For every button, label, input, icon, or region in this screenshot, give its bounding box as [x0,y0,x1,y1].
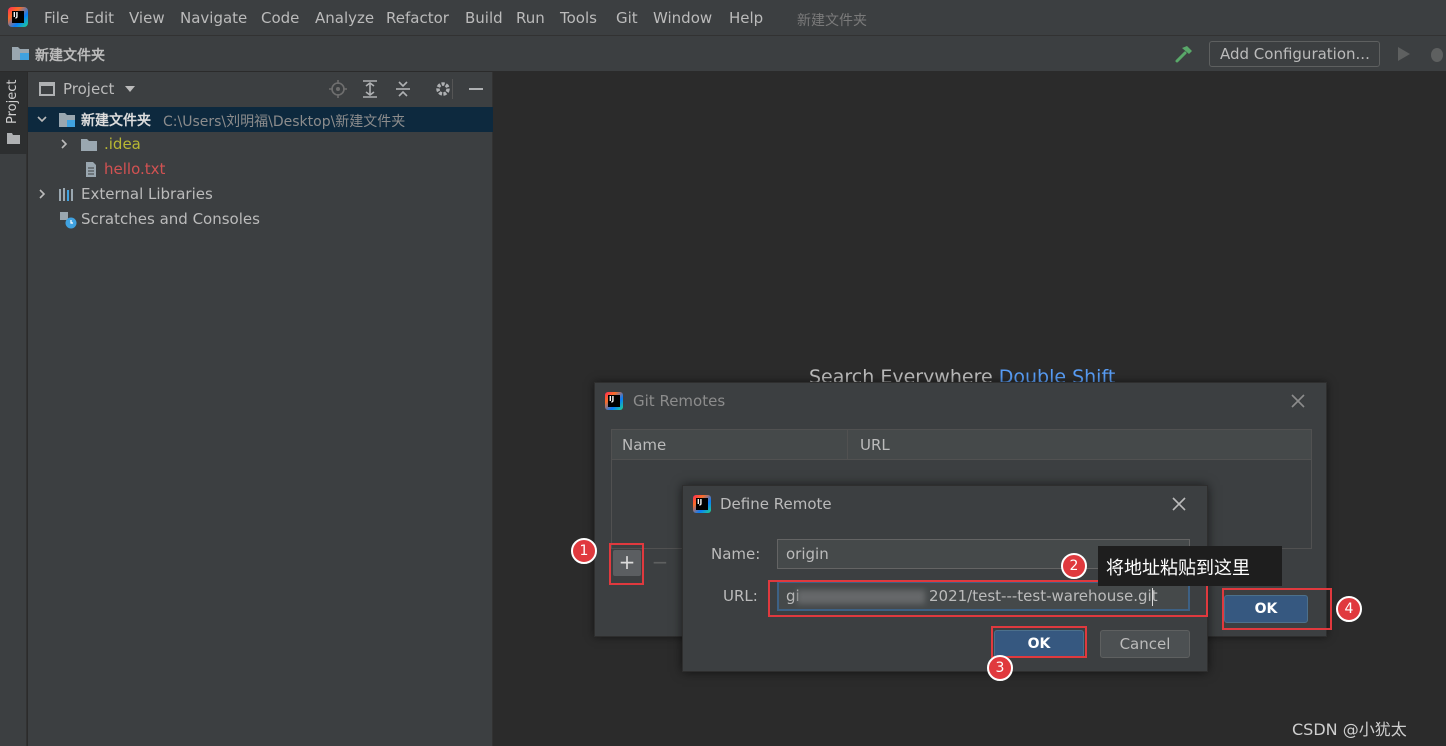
annotation-badge-1: 1 [571,538,597,564]
menu-bar: IJ File Edit View Navigate Code Analyze … [0,0,1446,36]
dialog-title: Git Remotes [633,392,726,410]
tree-item-path: C:\Users\刘明福\Desktop\新建文件夹 [163,114,406,130]
add-configuration-button[interactable]: Add Configuration... [1209,41,1380,67]
gear-icon[interactable] [434,80,452,98]
menu-help[interactable]: Help [729,9,763,27]
intellij-logo-icon: IJ [8,7,28,27]
tree-item-label: .idea [104,135,141,153]
tree-item-external-libraries[interactable]: External Libraries [28,182,493,207]
chevron-right-icon[interactable] [36,188,48,200]
project-view-icon [39,82,55,96]
tree-item-scratches[interactable]: Scratches and Consoles [28,207,493,232]
locate-file-icon[interactable] [329,80,347,98]
annotation-box-add [609,543,644,585]
project-tool-window-tab[interactable]: Project [0,72,27,154]
folder-icon [7,133,20,144]
chevron-right-icon[interactable] [58,138,70,150]
annotation-tooltip: 将地址粘贴到这里 [1098,546,1282,586]
menu-analyze[interactable]: Analyze [315,9,374,27]
annotation-box-define-ok [991,626,1087,658]
menu-refactor[interactable]: Refactor [386,9,449,27]
chevron-down-icon[interactable] [36,113,48,125]
hide-panel-icon[interactable] [467,80,485,98]
tree-item-label: Scratches and Consoles [81,210,260,228]
collapse-all-icon[interactable] [394,80,412,98]
breadcrumb-project[interactable]: 新建文件夹 [35,45,105,65]
menu-navigate[interactable]: Navigate [180,9,247,27]
scratches-icon [60,212,77,229]
dialog-title: Define Remote [720,495,832,513]
annotation-badge-3: 3 [987,655,1013,681]
run-icon[interactable] [1397,46,1411,62]
text-file-icon [86,162,96,177]
menu-code[interactable]: Code [261,9,299,27]
menu-tools[interactable]: Tools [560,9,597,27]
folder-icon [81,139,97,151]
menu-view[interactable]: View [129,9,165,27]
project-panel-header: Project [28,72,493,106]
menu-build[interactable]: Build [465,9,503,27]
toolbar-divider [452,79,453,99]
expand-all-icon[interactable] [361,80,379,98]
column-header-name[interactable]: Name [622,436,666,454]
menu-git[interactable]: Git [616,9,638,27]
menu-window[interactable]: Window [653,9,712,27]
remove-remote-button[interactable]: − [651,550,669,576]
close-icon[interactable] [1290,393,1306,409]
annotation-box-git-ok [1222,588,1332,630]
module-folder-icon [59,113,75,127]
url-label: URL: [723,587,758,605]
close-icon[interactable] [1171,496,1187,512]
column-separator [847,430,848,460]
name-label: Name: [711,545,761,563]
tree-item-label: hello.txt [104,160,166,178]
intellij-logo-icon: IJ [693,495,711,513]
define-remote-cancel-button[interactable]: Cancel [1100,630,1190,658]
project-tab-label: Project [5,79,20,124]
library-icon [59,188,73,201]
menu-file[interactable]: File [44,9,69,27]
menu-edit[interactable]: Edit [85,9,114,27]
intellij-logo-icon: IJ [605,392,623,410]
navigation-bar: 新建文件夹 Add Configuration... [0,36,1446,72]
build-hammer-icon[interactable] [1174,44,1194,64]
column-header-url[interactable]: URL [860,436,890,454]
annotation-badge-4: 4 [1336,596,1362,622]
window-project-title: 新建文件夹 [797,13,867,29]
menu-run[interactable]: Run [516,9,545,27]
tree-item-label: External Libraries [81,185,213,203]
tree-item-project-root[interactable]: 新建文件夹 C:\Users\刘明福\Desktop\新建文件夹 [28,107,493,132]
chevron-down-icon[interactable] [125,86,135,92]
project-panel: Project 新建文件夹 C:\Users\刘明福\Desktop\新建文件夹… [28,72,493,746]
tree-item-hello-txt[interactable]: hello.txt [28,157,493,182]
module-folder-icon [12,47,29,60]
debug-icon[interactable] [1428,44,1446,64]
watermark: CSDN @小犹太 [1292,720,1407,739]
annotation-badge-2: 2 [1061,553,1087,579]
tree-item-label: 新建文件夹 [81,113,151,129]
tree-item-idea-folder[interactable]: .idea [28,132,493,157]
remotes-table-header: Name URL [612,430,1311,460]
left-tool-stripe: Project [0,72,27,746]
project-view-selector[interactable]: Project [63,80,114,98]
